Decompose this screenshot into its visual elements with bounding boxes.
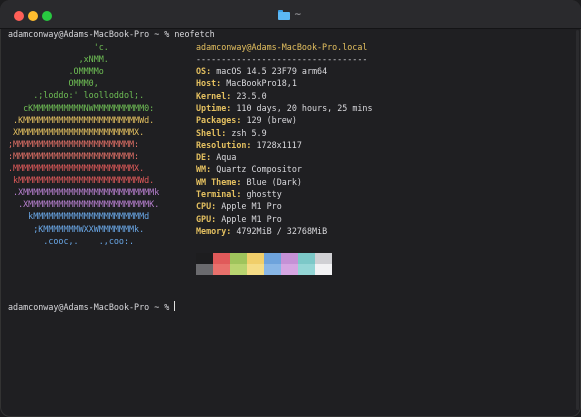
info-row: DE: Aqua: [196, 152, 237, 163]
info-key: Shell: [196, 127, 222, 138]
info-row: Host: MacBookPro18,1: [196, 78, 297, 89]
title-bar[interactable]: ~: [0, 0, 581, 29]
info-value: 1728x1117: [256, 139, 302, 150]
text-cursor: [174, 301, 176, 311]
info-row: WM Theme: Blue (Dark): [196, 176, 302, 187]
ascii-art-line: .XMMMMMMMMMMMMMMMMMMMMMMMMMMk: [8, 187, 160, 198]
minimize-button[interactable]: [28, 11, 38, 21]
window-title: ~: [294, 10, 302, 20]
folder-icon: [278, 10, 290, 20]
command-prompt-line: adamconway@Adams-MacBook-Pro ~ % neofetc…: [8, 29, 215, 39]
info-value: MacBookPro18,1: [226, 78, 297, 89]
info-key: DE: [196, 152, 207, 163]
info-value: Apple M1 Pro: [221, 201, 282, 212]
ascii-art-line: .MMMMMMMMMMMMMMMMMMMMMMMMX.: [8, 163, 145, 173]
ascii-art-line: .XMMMMMMMMMMMMMMMMMMMMMMMMK.: [8, 199, 160, 210]
info-row: Packages: 129 (brew): [196, 115, 297, 126]
info-row: Terminal: ghostty: [196, 189, 282, 199]
info-value: 23.5.0: [236, 90, 267, 101]
color-swatch: [196, 253, 213, 264]
color-swatch: [281, 253, 298, 264]
info-key: CPU: [196, 201, 212, 212]
info-row: Kernel: 23.5.0: [196, 90, 267, 101]
info-value: 4792MiB / 32768MiB: [236, 225, 328, 236]
ascii-art-line: .;loddo:' loolloddol;.: [8, 90, 145, 101]
info-value: 110 days, 20 hours, 25 mins: [236, 102, 373, 113]
info-header: adamconway@Adams-MacBook-Pro.local: [196, 42, 368, 52]
info-value: Quartz Compositor: [216, 164, 302, 175]
info-value: Blue (Dark): [246, 176, 302, 187]
color-swatch: [247, 253, 264, 264]
close-button[interactable]: [14, 11, 24, 21]
info-key: Uptime: [196, 102, 227, 113]
info-row: WM: Quartz Compositor: [196, 164, 302, 175]
color-swatch: [264, 253, 281, 264]
info-key: GPU: [196, 213, 212, 224]
info-separator: ----------------------------------: [196, 54, 368, 64]
info-key: Memory: [196, 225, 227, 236]
color-swatch: [230, 264, 247, 275]
ascii-art-line: 'c.: [8, 42, 109, 52]
info-value: Aqua: [216, 152, 237, 163]
ascii-art-line: :MMMMMMMMMMMMMMMMMMMMMMMM:: [8, 150, 140, 161]
info-row: GPU: Apple M1 Pro: [196, 213, 282, 224]
maximize-button[interactable]: [42, 11, 52, 21]
color-swatch: [247, 264, 264, 275]
ascii-art-line: ;MMMMMMMMMMMMMMMMMMMMMMMM:: [8, 138, 140, 149]
info-value: macOS 14.5 23F79 arm64: [216, 66, 328, 76]
terminal-window: ~ adamconway@Adams-MacBook-Pro ~ % neofe…: [0, 0, 581, 417]
color-swatch: [315, 264, 332, 275]
ascii-art-line: .OMMMMo: [8, 66, 104, 77]
ascii-art-line: cKMMMMMMMMMMNWMMMMMMMMMM0:: [8, 102, 155, 113]
info-row: CPU: Apple M1 Pro: [196, 201, 282, 212]
color-swatch: [298, 264, 315, 275]
info-key: WM: [196, 164, 207, 175]
ascii-art-line: .cooc,. .,coo:.: [8, 235, 135, 246]
scrollbar[interactable]: [576, 30, 579, 410]
info-key: Terminal: [196, 189, 237, 199]
info-row: Uptime: 110 days, 20 hours, 25 mins: [196, 102, 373, 113]
info-value: ghostty: [246, 189, 282, 199]
info-key: Kernel: [196, 90, 227, 101]
final-prompt: adamconway@Adams-MacBook-Pro ~ %: [8, 302, 175, 312]
info-key: Packages: [196, 115, 237, 126]
info-key: Resolution: [196, 139, 247, 150]
info-row: Resolution: 1728x1117: [196, 139, 302, 150]
color-swatch: [298, 253, 315, 264]
ascii-art-line: ,xNMM.: [8, 54, 109, 65]
color-swatch: [213, 264, 230, 275]
terminal-output[interactable]: adamconway@Adams-MacBook-Pro ~ % neofetc…: [0, 28, 581, 417]
info-key: OS: [196, 66, 207, 76]
info-key: WM Theme: [196, 176, 237, 187]
final-prompt-line[interactable]: adamconway@Adams-MacBook-Pro ~ %: [8, 301, 176, 313]
color-swatch: [230, 253, 247, 264]
info-row: Shell: zsh 5.9: [196, 127, 267, 138]
info-value: Apple M1 Pro: [221, 213, 282, 224]
color-swatch: [264, 264, 281, 275]
color-swatch: [315, 253, 332, 264]
info-row: OS: macOS 14.5 23F79 arm64: [196, 66, 328, 76]
info-key: Host: [196, 78, 217, 89]
ascii-art-line: ;KMMMMMMMWXXWMMMMMMMk.: [8, 223, 145, 234]
info-row: Memory: 4792MiB / 32768MiB: [196, 225, 328, 236]
info-value: 129 (brew): [246, 115, 297, 126]
ascii-art-line: OMMM0,: [8, 78, 99, 89]
ascii-art-line: .KMMMMMMMMMMMMMMMMMMMMMMMWd.: [8, 114, 155, 125]
color-swatch: [213, 253, 230, 264]
info-value: zsh 5.9: [231, 127, 267, 138]
color-swatch: [196, 264, 213, 275]
ascii-art-line: kMMMMMMMMMMMMMMMMMMMMMMd: [8, 211, 150, 222]
ascii-art-line: XMMMMMMMMMMMMMMMMMMMMMMMX.: [8, 126, 145, 137]
window-title-group: ~: [278, 9, 302, 21]
color-swatch: [281, 264, 298, 275]
ascii-art-line: kMMMMMMMMMMMMMMMMMMMMMMMMWd.: [8, 175, 155, 186]
